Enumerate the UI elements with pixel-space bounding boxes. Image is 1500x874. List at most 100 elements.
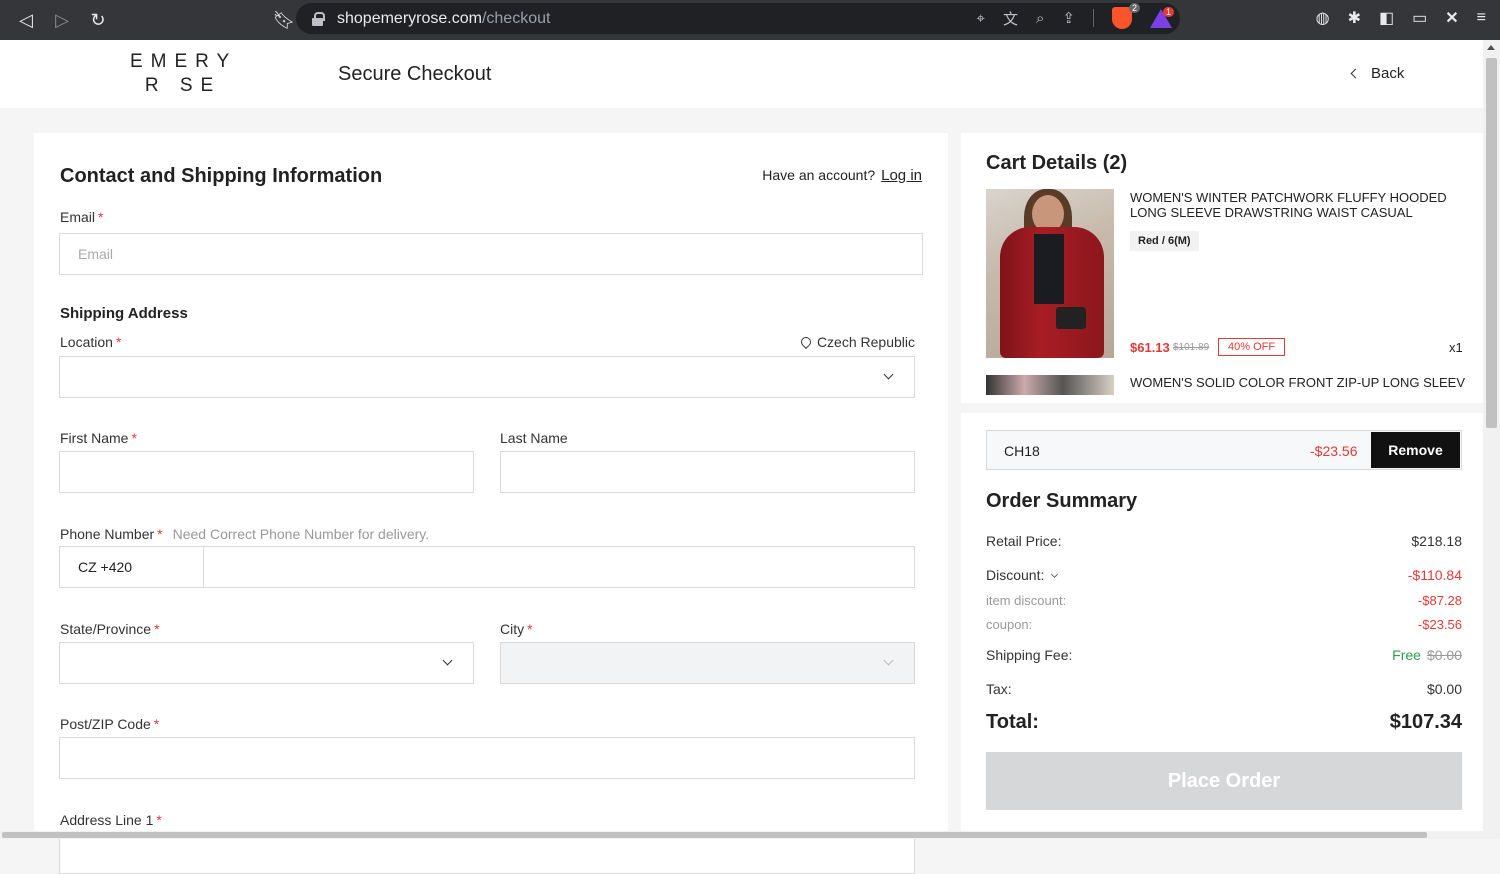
brave-rewards-icon[interactable]: 1 [1150,6,1175,28]
first-name-label: First Name * [60,430,137,446]
shipping-form: Contact and Shipping Information Have an… [34,133,948,874]
city-select[interactable] [500,642,915,684]
form-title: Contact and Shipping Information [60,165,383,187]
address-bar[interactable]: shopemeryrose.com/checkout ⌖ 文 ⌕ ⇪ 2 1 [296,3,1180,34]
remove-coupon-button[interactable]: Remove [1371,432,1460,468]
shipping-address-title: Shipping Address [60,305,188,322]
site-header: EMERY R SE Secure Checkout Back [0,40,1483,108]
address1-label: Address Line 1 * [60,812,162,828]
zip-label: Post/ZIP Code * [60,716,159,732]
phone-field[interactable]: CZ +420 [59,546,915,588]
item-discount-value: -$87.28 [1417,593,1462,608]
discount-row[interactable]: Discount: -$110.84 [986,567,1462,583]
last-name-field[interactable] [500,451,915,493]
vertical-scrollbar[interactable] [1483,40,1500,839]
phone-country-code[interactable]: CZ +420 [60,547,204,587]
share-icon[interactable]: ⇪ [1062,9,1075,27]
address1-label-text: Address Line 1 [60,812,154,828]
scroll-up-arrow-icon[interactable] [1487,45,1495,50]
product-image[interactable] [986,375,1114,395]
state-label: State/Province * [60,621,160,637]
product-price: $61.13 [1130,340,1170,355]
email-field[interactable]: Email [59,233,923,275]
phone-label-text: Phone Number [60,526,155,542]
chevron-down-icon[interactable] [1051,570,1059,579]
product-name[interactable]: WOMEN'S SOLID COLOR FRONT ZIP-UP LONG SL… [1130,375,1465,390]
browser-toolbar: ◁ ▷ ↻ 🔖︎ shopemeryrose.com/checkout ⌖ 文 … [0,0,1500,40]
state-label-text: State/Province [60,621,152,637]
city-label: City * [500,621,533,637]
email-label-text: Email [60,209,96,225]
chevron-left-icon [1350,68,1361,79]
total-value: $107.34 [1389,711,1462,733]
wallet-icon[interactable]: ▭ [1412,8,1427,28]
shipping-label: Shipping Fee: [986,647,1073,663]
horizontal-scrollbar[interactable] [0,831,1483,839]
last-name-label: Last Name [500,430,568,446]
globe-icon[interactable]: ◍ [1316,8,1330,28]
forward-arrow-icon[interactable]: ▷ [44,2,80,38]
required-mark: * [154,621,160,637]
translate-icon[interactable]: 文 [1003,8,1018,29]
product-image[interactable] [986,189,1114,358]
login-link[interactable]: Log in [881,167,922,184]
coupon-value: -$23.56 [1417,617,1462,632]
location-blocked-icon[interactable]: ⌖ [977,10,985,27]
zip-label-text: Post/ZIP Code [60,716,151,732]
sidebar-icon[interactable]: ◧ [1379,8,1394,28]
country-indicator[interactable]: Czech Republic [798,334,915,350]
city-label-text: City [500,621,525,637]
brave-shield-icon[interactable]: 2 [1112,3,1140,29]
coupon-row: coupon: -$23.56 [986,617,1462,632]
black-top [1034,234,1064,304]
profile-icon[interactable]: ✕ [1445,8,1458,28]
total-row: Total: $107.34 [986,711,1462,734]
order-summary: CH18 -$23.56 Remove Order Summary Retail… [961,413,1483,833]
emery-rose-logo[interactable]: EMERY R SE [130,50,236,98]
shipping-free: Free [1392,647,1421,663]
item-discount-label: item discount: [986,593,1067,608]
extensions-icon[interactable]: ✱ [1348,8,1361,28]
product-variant: Red / 6(M) [1130,231,1199,251]
cart-details: Cart Details (2) WOMEN'S WINTER PATCHWOR… [961,133,1483,403]
have-account-text: Have an account? [762,167,876,183]
handbag [1056,307,1086,329]
chevron-down-icon [883,655,894,666]
discount-label: Discount: [986,567,1045,583]
reload-icon[interactable]: ↻ [80,2,116,38]
product-name[interactable]: WOMEN'S WINTER PATCHWORK FLUFFY HOODED L… [1130,190,1465,220]
cart-title: Cart Details (2) [986,152,1128,174]
shipping-fee-row: Shipping Fee: Free $0.00 [986,647,1462,663]
zip-field[interactable] [59,737,915,779]
email-label: Email * [60,209,103,225]
summary-title: Order Summary [986,490,1138,512]
location-select[interactable] [59,356,915,398]
menu-icon[interactable]: ≡ [1477,9,1486,27]
place-order-button[interactable]: Place Order [986,752,1462,810]
scroll-thumb[interactable] [1486,58,1497,428]
logo-line-1: EMERY [130,51,238,72]
back-arrow-icon[interactable]: ◁ [8,2,44,38]
required-mark: * [153,716,160,732]
url-domain: shopemeryrose.com [337,9,482,27]
chevron-down-icon [883,369,894,380]
required-mark: * [527,621,533,637]
total-label: Total: [986,711,1039,733]
zoom-icon[interactable]: ⌕ [1036,10,1044,27]
coupon-amount: -$23.56 [1310,443,1358,459]
phone-hint: Need Correct Phone Number for delivery. [172,526,430,542]
required-mark: * [115,334,122,350]
discount-badge: 40% OFF [1218,338,1286,356]
state-select[interactable] [59,642,474,684]
required-mark: * [157,526,163,542]
back-link[interactable]: Back [1350,65,1404,82]
shipping-original: $0.00 [1426,647,1462,663]
tax-label: Tax: [986,681,1012,697]
location-label: Location * [60,334,121,350]
country-name: Czech Republic [816,334,915,350]
shield-count: 2 [1128,3,1140,13]
first-name-field[interactable] [59,451,474,493]
chevron-down-icon [442,655,453,666]
horizontal-scroll-thumb[interactable] [2,832,1427,838]
location-label-text: Location [60,334,113,350]
